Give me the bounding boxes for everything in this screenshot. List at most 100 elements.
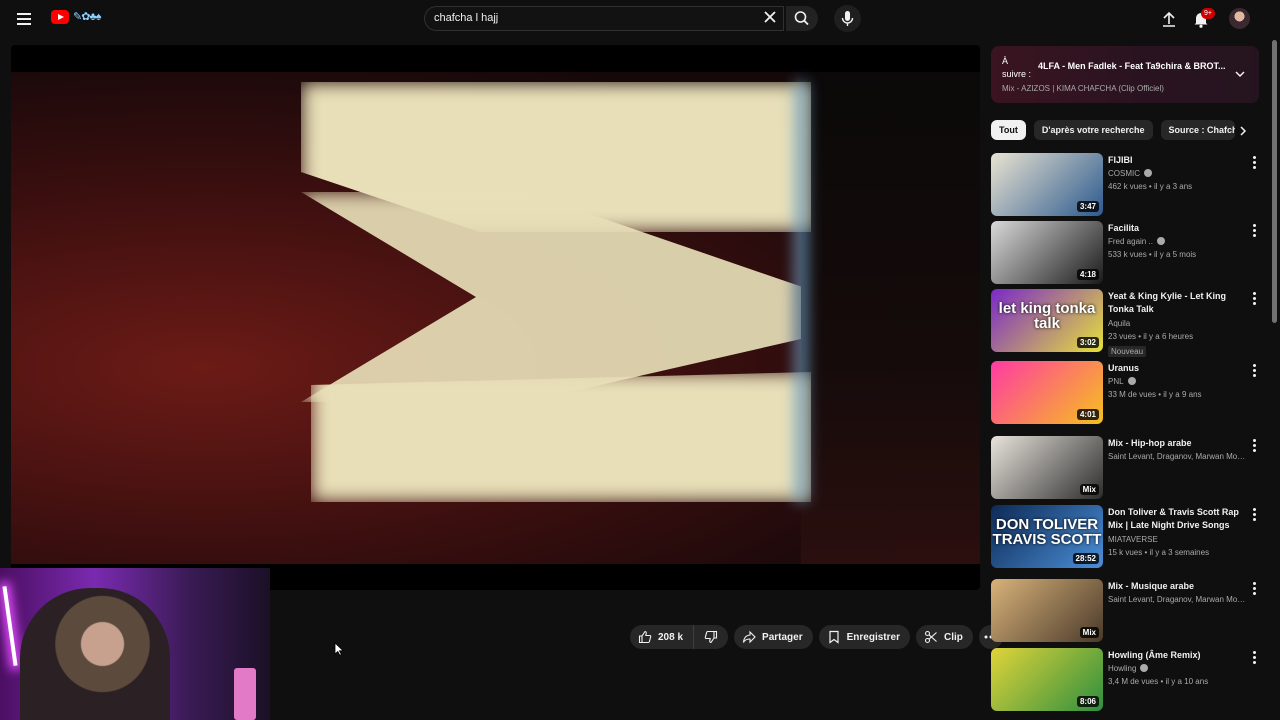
view-count-and-date: 23 vues • il y a 6 heures [1108,332,1194,341]
channel-name[interactable]: PNL [1108,377,1248,386]
duration-badge: Mix [1079,484,1099,495]
recommendation-item[interactable]: 4:01 Uranus PNL 33 M de vues • il y a 9 ans [991,361,1263,427]
channel-name[interactable]: Saint Levant, Draganov, Marwan Moussa... [1108,452,1248,461]
save-button[interactable]: Enregistrer [818,625,910,649]
like-dislike-group: 208 k [630,625,729,649]
top-bar: ✎✿♣♠ 9+ [0,0,1280,38]
like-count: 208 k [658,631,684,643]
channel-name[interactable]: Fred again .. [1108,237,1248,246]
more-vertical-icon[interactable] [1250,507,1258,521]
view-count-and-date: 3,4 M de vues • il y a 10 ans [1108,677,1209,686]
upload-icon[interactable] [1158,8,1180,30]
channel-name[interactable]: MIATAVERSE [1108,535,1248,544]
verified-icon [1156,237,1165,245]
chip-source[interactable]: Source : Chafcha [1160,120,1235,140]
thumbnail-text: DON TOLIVER TRAVIS SCOTT [992,516,1102,548]
verified-icon [1127,377,1136,385]
recommendation-item[interactable]: Mix Mix - Musique arabe Saint Levant, Drag… [991,579,1263,645]
scissors-icon [924,630,937,644]
verified-icon [1144,169,1152,177]
more-vertical-icon[interactable] [1250,438,1258,452]
thumbs-down-icon [704,630,718,644]
share-icon [742,630,756,644]
more-vertical-icon[interactable] [1250,223,1258,237]
video-actions: 208 k Partager Enregistrer Clip [630,625,1003,649]
view-count-and-date: 33 M de vues • il y a 9 ans [1108,390,1202,399]
clip-button[interactable]: Clip [915,625,973,649]
view-count-and-date: 15 k vues • il y a 3 semaines [1108,548,1210,557]
video-thumbnail[interactable]: DON TOLIVER TRAVIS SCOTT 28:52 [991,505,1103,568]
recommendation-item[interactable]: 8:06 Howling (Âme Remix) Howling 3,4 M de v… [991,648,1263,714]
video-title[interactable]: Yeat & King Kylie - Let King Tonka Talk [1108,290,1243,316]
video-title[interactable]: Howling (Âme Remix) [1108,649,1243,662]
video-title[interactable]: Mix - Musique arabe [1108,580,1243,593]
mouse-cursor-icon [334,642,344,656]
view-count-and-date: 533 k vues • il y a 5 mois [1108,250,1197,259]
duration-badge: 3:47 [1076,201,1099,212]
channel-name[interactable]: Aquila [1108,319,1248,328]
voice-search-button[interactable] [834,5,861,32]
filter-chips: Tout D'après votre recherche Source : Ch… [991,120,1261,140]
share-button[interactable]: Partager [734,625,813,649]
clip-label: Clip [943,631,963,643]
video-thumbnail[interactable]: Mix [991,579,1103,642]
video-frame [11,72,980,564]
recommendation-item[interactable]: 3:47 FIJIBI COSMIC 462 k vues • il y a 3 an… [991,153,1263,219]
chevron-right-icon[interactable] [1236,124,1250,138]
webcam-overlay [0,568,270,720]
recommendation-item[interactable]: 4:18 Facilita Fred again .. 533 k vues • il… [991,221,1263,287]
video-title[interactable]: Mix - Hip-hop arabe [1108,437,1243,450]
thumbnail-text: let king tonka talk [998,300,1096,332]
more-vertical-icon[interactable] [1250,291,1258,305]
chip-from-search[interactable]: D'après votre recherche [1033,120,1153,140]
video-thumbnail[interactable]: Mix [991,436,1103,499]
youtube-logo-icon[interactable] [51,10,69,24]
duration-badge: 28:52 [1072,553,1099,564]
more-vertical-icon[interactable] [1250,581,1258,595]
up-next-label: À suivre : [1002,56,1032,79]
verified-icon [1140,664,1149,672]
channel-label: Fred again .. [1108,237,1153,246]
video-title[interactable]: Facilita [1108,222,1243,235]
more-vertical-icon[interactable] [1250,155,1258,169]
avatar[interactable] [1229,8,1250,29]
duration-badge: 3:02 [1076,337,1099,348]
channel-name[interactable]: COSMIC [1108,169,1248,178]
video-thumbnail[interactable]: let king tonka talk 3:02 [991,289,1103,352]
dislike-button[interactable] [694,625,729,649]
up-next-card[interactable]: À suivre : 4LFA - Men Fadlek - Feat Ta9c… [991,46,1259,103]
channel-label: Saint Levant, Draganov, Marwan Moussa... [1108,595,1248,604]
share-label: Partager [762,631,803,643]
recommendation-item[interactable]: Mix Mix - Hip-hop arabe Saint Levant, Drag… [991,436,1263,502]
duration-badge: 4:18 [1076,269,1099,280]
video-thumbnail[interactable]: 4:18 [991,221,1103,284]
channel-name[interactable]: Howling [1108,664,1248,673]
video-thumbnail[interactable]: 4:01 [991,361,1103,424]
search-button[interactable] [786,6,818,31]
video-player[interactable] [11,45,980,590]
logo-doodle[interactable]: ✎✿♣♠ [73,10,101,23]
up-next-title[interactable]: 4LFA - Men Fadlek - Feat Ta9chira & BROT… [1038,61,1228,71]
search-input[interactable] [434,12,754,24]
video-title[interactable]: Uranus [1108,362,1243,375]
notification-badge: 9+ [1201,8,1215,19]
more-vertical-icon[interactable] [1250,363,1258,377]
recommendation-item[interactable]: DON TOLIVER TRAVIS SCOTT 28:52 Don Toliver… [991,505,1263,571]
recommendation-item[interactable]: let king tonka talk 3:02 Yeat & King Kylie… [991,289,1263,357]
menu-button[interactable] [12,8,36,30]
channel-name[interactable]: Saint Levant, Draganov, Marwan Moussa... [1108,595,1248,604]
scrollbar[interactable] [1272,40,1277,323]
video-title[interactable]: Don Toliver & Travis Scott Rap Mix | Lat… [1108,506,1243,532]
new-badge: Nouveau [1108,346,1147,357]
search-box [424,6,784,31]
video-thumbnail[interactable]: 3:47 [991,153,1103,216]
channel-label: COSMIC [1108,169,1140,178]
close-icon[interactable] [762,9,778,25]
save-label: Enregistrer [846,631,900,643]
video-title[interactable]: FIJIBI [1108,154,1243,167]
chip-all[interactable]: Tout [991,120,1026,140]
like-button[interactable]: 208 k [630,625,695,649]
video-thumbnail[interactable]: 8:06 [991,648,1103,711]
chevron-down-icon[interactable] [1233,67,1247,81]
more-vertical-icon[interactable] [1250,650,1258,664]
